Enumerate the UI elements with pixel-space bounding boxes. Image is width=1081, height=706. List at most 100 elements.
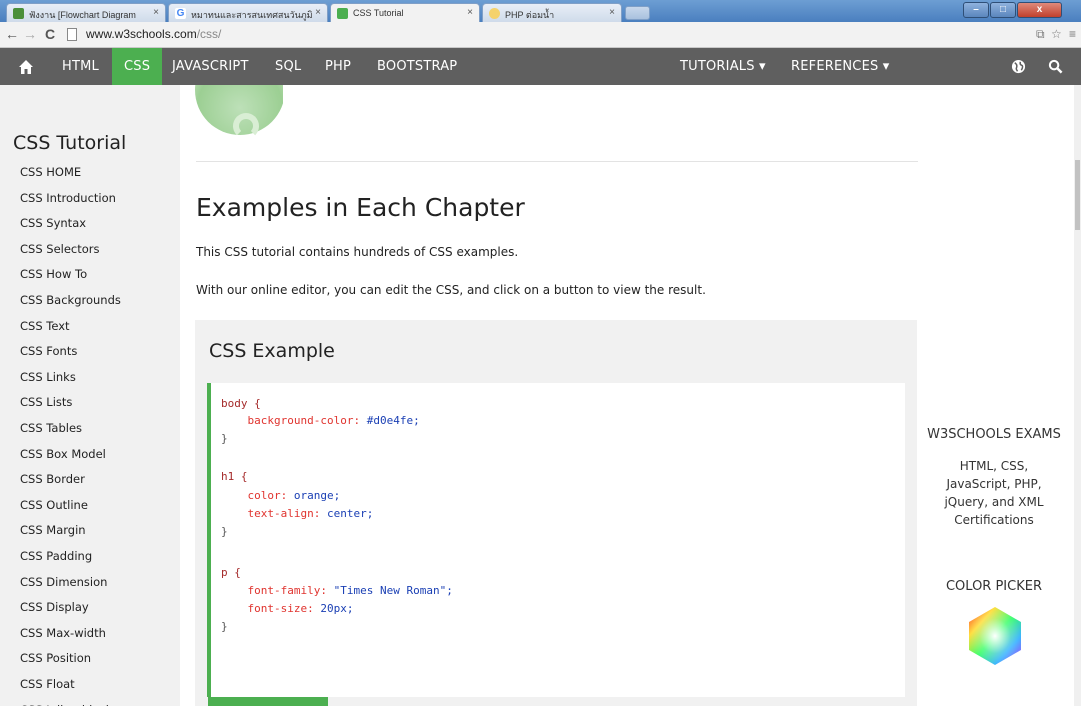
minimize-button[interactable]: –: [963, 2, 989, 18]
scrollbar-thumb[interactable]: [1075, 160, 1080, 230]
nav-references-dropdown[interactable]: REFERENCES ▾: [791, 48, 890, 85]
sidebar-link-css-max-width[interactable]: CSS Max-width: [20, 626, 106, 640]
code-selector: body {: [221, 397, 261, 410]
back-arrow-icon[interactable]: ←: [4, 26, 20, 42]
tab-label: CSS Tutorial: [353, 8, 404, 18]
tab-close-icon[interactable]: ×: [467, 7, 473, 18]
browser-tab-css-tutorial[interactable]: CSS Tutorial ×: [330, 3, 480, 22]
code-value: "Times New Roman";: [333, 584, 453, 597]
forward-arrow-icon[interactable]: →: [22, 26, 38, 42]
sidebar-link-css-how-to[interactable]: CSS How To: [20, 267, 87, 281]
color-picker-hexagon-icon[interactable]: [964, 605, 1026, 667]
code-line: body {: [221, 397, 261, 410]
section-divider: [196, 161, 918, 162]
banner-graphic: [195, 85, 283, 140]
banner-ring: [233, 113, 259, 139]
nav-html[interactable]: HTML: [62, 48, 99, 85]
code-brace: }: [221, 432, 228, 445]
sidebar-link-css-outline[interactable]: CSS Outline: [20, 498, 88, 512]
sidebar-link-css-inline-block[interactable]: CSS Inline-block: [20, 703, 112, 706]
translate-icon[interactable]: ⧉: [1036, 27, 1045, 42]
nav-bootstrap[interactable]: BOOTSTRAP: [377, 48, 457, 85]
sidebar-link-css-dimension[interactable]: CSS Dimension: [20, 575, 107, 589]
w3schools-favicon-icon: [337, 8, 348, 19]
color-picker-title[interactable]: COLOR PICKER: [918, 579, 1070, 594]
code-line: font-family: "Times New Roman";: [221, 584, 453, 597]
tab-label: PHP ต่อมน้ำ: [505, 10, 555, 20]
sidebar-link-css-syntax[interactable]: CSS Syntax: [20, 216, 86, 230]
sidebar-link-css-selectors[interactable]: CSS Selectors: [20, 242, 100, 256]
exams-line: jQuery, and XML: [944, 495, 1044, 509]
maximize-button[interactable]: □: [990, 2, 1016, 18]
right-sidebar: W3SCHOOLS EXAMS HTML, CSS, JavaScript, P…: [918, 85, 1081, 706]
sidebar-link-css-padding[interactable]: CSS Padding: [20, 549, 92, 563]
sidebar-link-css-margin[interactable]: CSS Margin: [20, 523, 86, 537]
top-navigation: HTML CSS JAVASCRIPT SQL PHP BOOTSTRAP TU…: [0, 48, 1081, 85]
code-value: center;: [326, 507, 374, 520]
code-value: orange;: [293, 489, 341, 502]
code-property: color:: [247, 489, 288, 502]
spreadsheet-favicon-icon: [13, 8, 24, 19]
code-selector: h1 {: [221, 470, 248, 483]
sidebar-link-css-lists[interactable]: CSS Lists: [20, 395, 72, 409]
browser-tab-flowchart[interactable]: ฟังงาน [Flowchart Diagram ×: [6, 3, 166, 22]
code-line: color: orange;: [221, 489, 341, 502]
code-property: font-size:: [247, 602, 314, 615]
nav-css[interactable]: CSS: [112, 48, 163, 85]
browser-tab-google[interactable]: G หมาทนและสารสนเทศสนวันภูมิ ×: [168, 3, 328, 22]
tab-label: ฟังงาน [Flowchart Diagram: [29, 10, 136, 20]
code-line: text-align: center;: [221, 507, 374, 520]
exams-line: HTML, CSS,: [959, 459, 1029, 473]
sidebar-link-css-box-model[interactable]: CSS Box Model: [20, 447, 106, 461]
tab-close-icon[interactable]: ×: [153, 7, 159, 18]
exams-line: JavaScript, PHP,: [946, 477, 1042, 491]
code-line: p {: [221, 566, 241, 579]
code-brace: }: [221, 620, 228, 633]
page-icon: [67, 28, 77, 41]
browser-tab-php[interactable]: PHP ต่อมน้ำ ×: [482, 3, 622, 22]
search-icon[interactable]: [1045, 48, 1065, 85]
nav-tutorials-dropdown[interactable]: TUTORIALS ▾: [680, 48, 766, 85]
sidebar-link-css-links[interactable]: CSS Links: [20, 370, 76, 384]
try-it-yourself-button[interactable]: [208, 697, 328, 706]
sidebar-link-css-float[interactable]: CSS Float: [20, 677, 75, 691]
sidebar-link-css-home[interactable]: CSS HOME: [20, 165, 81, 179]
globe-icon[interactable]: [1008, 48, 1028, 85]
sidebar-link-css-display[interactable]: CSS Display: [20, 600, 89, 614]
code-block: body { background-color: #d0e4fe; } h1 {…: [207, 383, 905, 697]
page-title: Examples in Each Chapter: [196, 193, 525, 222]
bookmark-star-icon[interactable]: ☆: [1051, 27, 1062, 41]
sidebar-link-css-introduction[interactable]: CSS Introduction: [20, 191, 116, 205]
nav-javascript[interactable]: JAVASCRIPT: [172, 48, 249, 85]
url-field[interactable]: www.w3schools.com/css/: [86, 27, 221, 41]
exams-title[interactable]: W3SCHOOLS EXAMS: [918, 427, 1070, 442]
close-window-button[interactable]: x: [1017, 2, 1062, 18]
menu-icon[interactable]: ≡: [1069, 27, 1076, 41]
url-host: www.w3schools.com: [86, 27, 197, 41]
intro-paragraph: This CSS tutorial contains hundreds of C…: [196, 245, 519, 259]
sidebar-link-css-tables[interactable]: CSS Tables: [20, 421, 82, 435]
code-property: background-color:: [247, 414, 361, 427]
example-box: CSS Example body { background-color: #d0…: [195, 320, 917, 706]
sidebar-link-css-backgrounds[interactable]: CSS Backgrounds: [20, 293, 121, 307]
code-line: }: [221, 620, 228, 633]
sidebar-link-css-border[interactable]: CSS Border: [20, 472, 85, 486]
sidebar-link-css-position[interactable]: CSS Position: [20, 651, 91, 665]
code-brace: }: [221, 525, 228, 538]
home-icon[interactable]: [16, 48, 36, 85]
nav-php[interactable]: PHP: [325, 48, 351, 85]
code-value: #d0e4fe;: [366, 414, 420, 427]
sidebar-link-css-text[interactable]: CSS Text: [20, 319, 70, 333]
new-tab-button[interactable]: [625, 6, 650, 20]
tab-close-icon[interactable]: ×: [609, 7, 615, 18]
nav-sql[interactable]: SQL: [275, 48, 301, 85]
tab-close-icon[interactable]: ×: [315, 7, 321, 18]
example-title: CSS Example: [209, 340, 335, 362]
reload-icon[interactable]: C: [42, 26, 58, 42]
address-bar: ← → C www.w3schools.com/css/ ⧉ ☆ ≡: [0, 22, 1081, 48]
exams-description: HTML, CSS, JavaScript, PHP, jQuery, and …: [918, 457, 1070, 529]
page-scrollbar[interactable]: [1074, 85, 1081, 706]
sidebar-link-css-fonts[interactable]: CSS Fonts: [20, 344, 77, 358]
code-selector: p {: [221, 566, 241, 579]
code-line: background-color: #d0e4fe;: [221, 414, 420, 427]
